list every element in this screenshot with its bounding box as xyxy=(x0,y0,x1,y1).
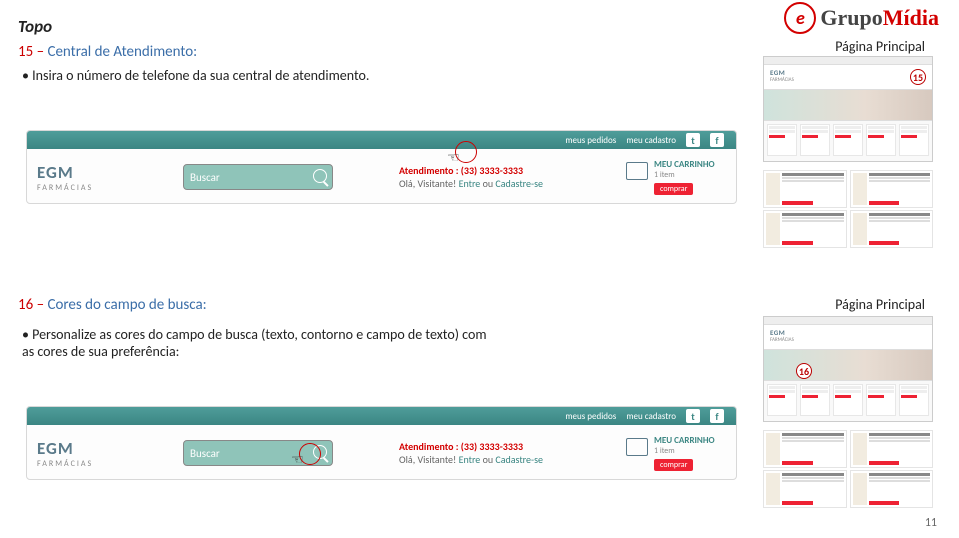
section-name: Cores do campo de busca: xyxy=(47,296,206,314)
comprar-button[interactable]: comprar xyxy=(654,459,693,471)
entre-link[interactable]: Entre xyxy=(459,453,481,466)
page-number: 11 xyxy=(925,516,937,530)
search-field[interactable]: Buscar xyxy=(183,164,383,190)
thumb-label-2: Página Principal xyxy=(835,296,925,313)
brand-part2: Mídia xyxy=(883,5,939,30)
hand-icon: ☞ xyxy=(291,451,304,468)
cart-icon xyxy=(626,438,648,456)
cart-icon xyxy=(626,162,648,180)
meus-pedidos-link[interactable]: meus pedidos xyxy=(565,135,616,146)
logo-grupomidia: GrupoMídia xyxy=(784,2,939,34)
section-number: 16 – xyxy=(18,296,47,314)
thumb-tag: FARMÁCIAS xyxy=(770,77,932,83)
product-strip-1 xyxy=(763,170,933,250)
section-name: Central de Atendimento: xyxy=(47,43,197,61)
section-16-title: 16 – Cores do campo de busca: xyxy=(18,296,492,314)
cart-title: MEU CARRINHO xyxy=(654,159,715,170)
twitter-icon[interactable]: t xyxy=(686,133,700,147)
search-field[interactable]: Buscar xyxy=(183,440,383,466)
search-icon[interactable] xyxy=(313,169,327,183)
hand-icon: ☞ xyxy=(447,149,460,166)
logo-e-icon xyxy=(784,2,816,34)
meu-cadastro-link[interactable]: meu cadastro xyxy=(626,411,676,422)
comprar-button[interactable]: comprar xyxy=(654,183,693,195)
facebook-icon[interactable]: f xyxy=(710,409,724,423)
egm-logo: EGM FARMÁCIAS xyxy=(37,162,167,193)
facebook-icon[interactable]: f xyxy=(710,133,724,147)
meu-cadastro-link[interactable]: meu cadastro xyxy=(626,135,676,146)
thumbnail-1: EGMFARMÁCIAS 15 xyxy=(763,56,933,162)
thumb-label-1: Página Principal xyxy=(835,38,925,55)
section-topo: Topo xyxy=(18,16,915,37)
demo-header-1: meus pedidos meu cadastro t f EGM FARMÁC… xyxy=(26,130,737,204)
cadastre-link[interactable]: Cadastre-se xyxy=(495,177,543,190)
cart-block[interactable]: MEU CARRINHO 1 item comprar xyxy=(626,159,726,195)
cadastre-link[interactable]: Cadastre-se xyxy=(495,453,543,466)
search-placeholder: Buscar xyxy=(190,171,220,184)
thumbnail-2: EGMFARMÁCIAS 16 xyxy=(763,316,933,422)
pointer-15: ☞ xyxy=(447,141,477,165)
callout-16: 16 xyxy=(796,363,812,379)
top-strip: meus pedidos meu cadastro t f xyxy=(27,131,736,149)
mid-text: Atendimento : (33) 3333-3333 Olá, Visita… xyxy=(399,164,610,190)
brand-part1: Grupo xyxy=(820,5,882,30)
cart-count: 1 item xyxy=(654,170,715,180)
cart-block[interactable]: MEU CARRINHO 1 item comprar xyxy=(626,435,726,471)
product-strip-2 xyxy=(763,430,933,510)
section-number: 15 – xyxy=(18,43,47,61)
twitter-icon[interactable]: t xyxy=(686,409,700,423)
meus-pedidos-link[interactable]: meus pedidos xyxy=(565,411,616,422)
demo-header-2: meus pedidos meu cadastro t f EGMFARMÁCI… xyxy=(26,406,737,480)
thumb-logo: EGM xyxy=(770,68,932,77)
entre-link[interactable]: Entre xyxy=(459,177,481,190)
section-16-bullet: Personalize as cores do campo de busca (… xyxy=(22,326,492,360)
pointer-16: ☞ xyxy=(291,443,321,467)
callout-15: 15 xyxy=(910,69,926,85)
